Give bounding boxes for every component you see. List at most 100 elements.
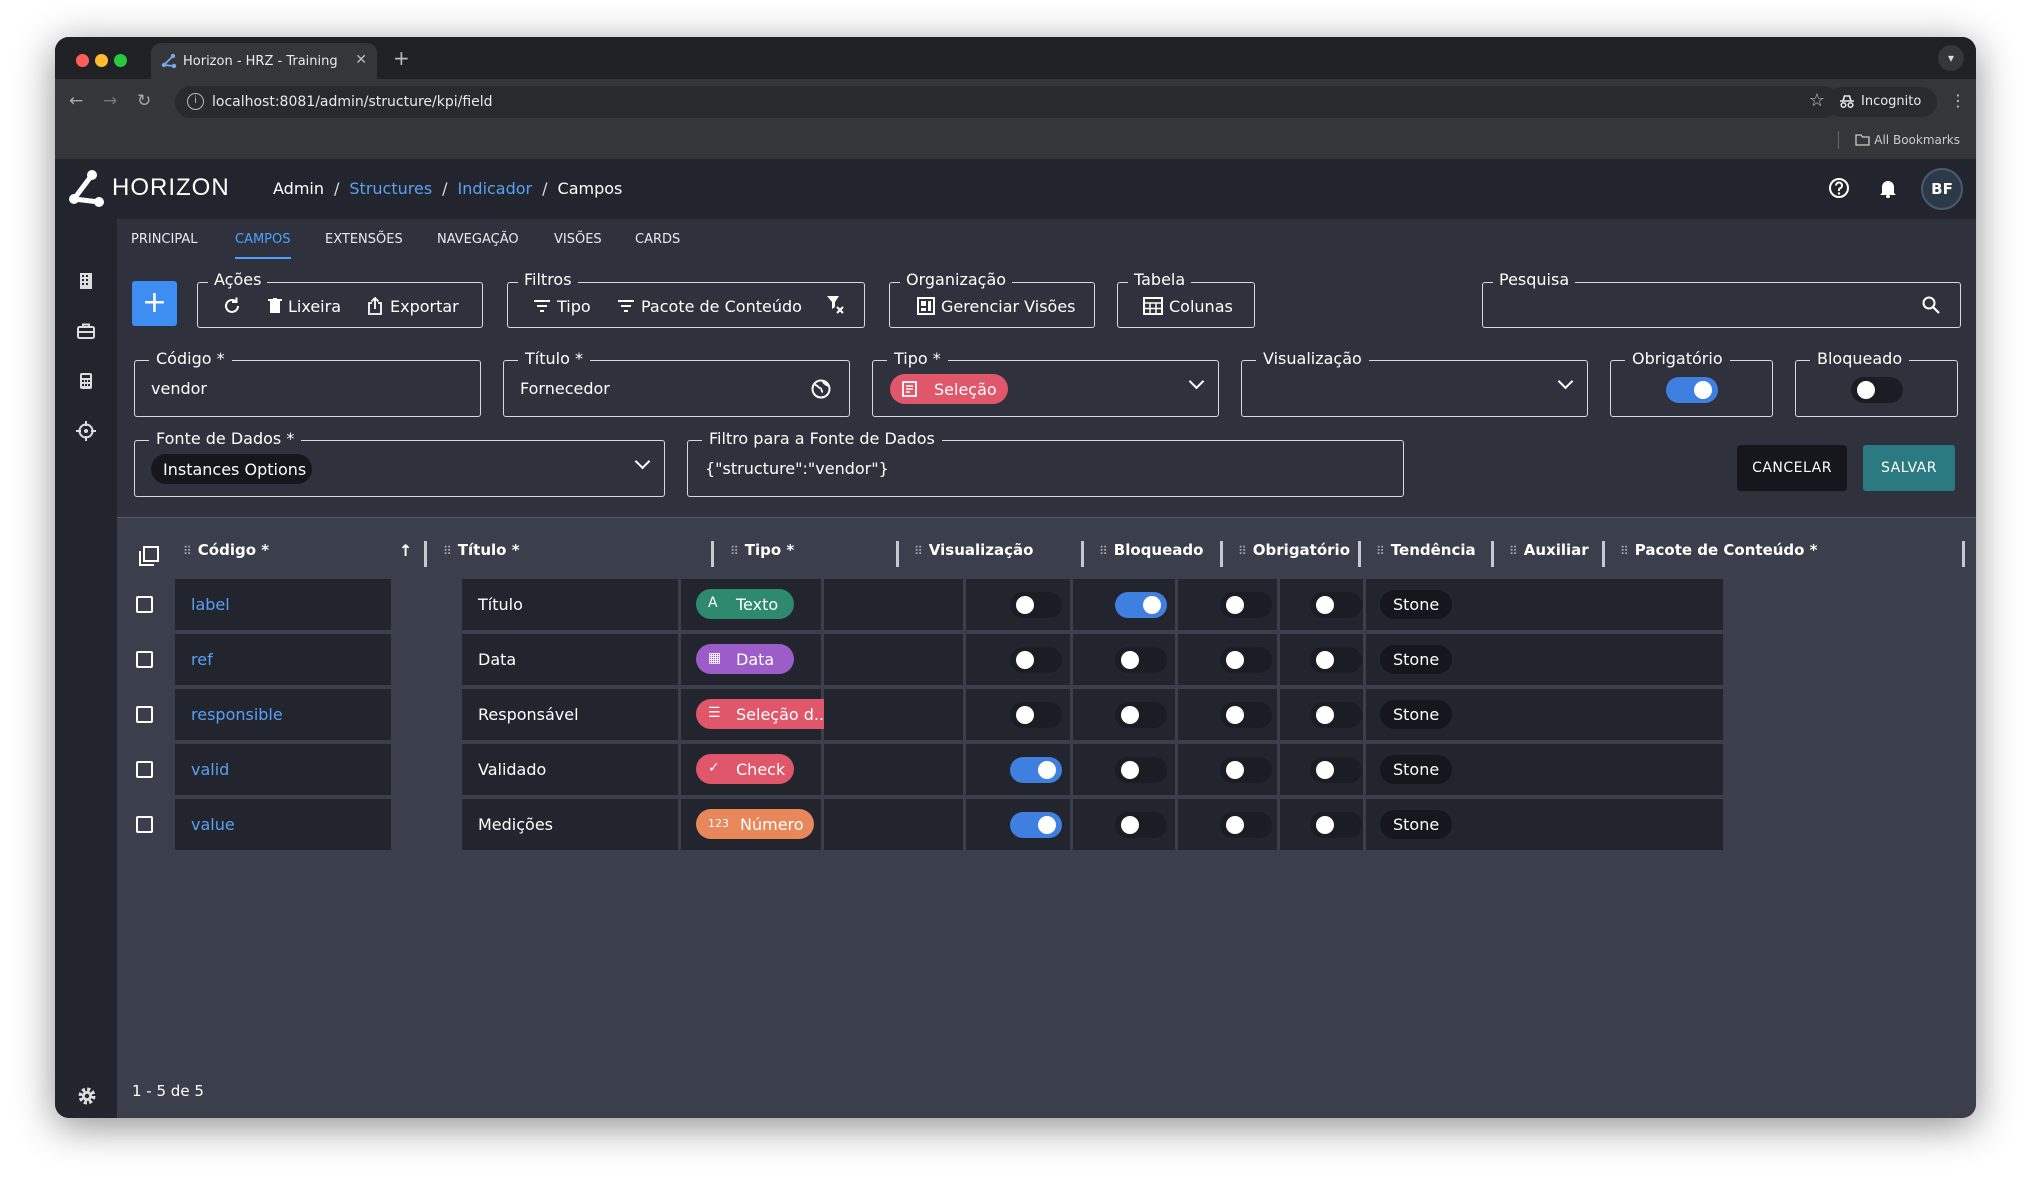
incognito-badge[interactable]: Incognito [1827, 87, 1937, 117]
codigo-field[interactable]: Código * vendor [134, 349, 481, 417]
col-header-obrigatorio[interactable]: ⠿ Obrigatório [1238, 541, 1350, 559]
tab-principal[interactable]: PRINCIPAL [131, 232, 198, 247]
row-checkbox[interactable] [136, 651, 153, 668]
bloqueado-toggle[interactable] [1010, 592, 1062, 618]
search-icon[interactable] [1922, 296, 1940, 314]
export-button[interactable]: Exportar [366, 296, 459, 316]
col-header-titulo[interactable]: ⠿ Título * [443, 541, 520, 559]
tab-search-icon[interactable]: ▾ [1938, 45, 1964, 71]
select-all-icon[interactable] [139, 546, 159, 566]
sort-ascending-icon[interactable]: ↑ [399, 541, 412, 560]
col-header-tendencia[interactable]: ⠿ Tendência [1376, 541, 1476, 559]
col-header-codigo[interactable]: ⠿ Código * [183, 541, 269, 559]
visualizacao-select[interactable]: Visualização [1241, 349, 1588, 417]
obrigatorio-toggle[interactable] [1115, 647, 1167, 673]
row-checkbox[interactable] [136, 596, 153, 613]
close-window-button[interactable] [76, 54, 89, 67]
auxiliar-toggle[interactable] [1310, 647, 1362, 673]
refresh-icon[interactable] [222, 296, 242, 316]
codigo-link[interactable]: responsible [191, 705, 283, 724]
forward-icon[interactable]: → [103, 91, 117, 111]
filter-pacote-button[interactable]: Pacote de Conteúdo [618, 297, 802, 316]
columns-button[interactable]: Colunas [1143, 297, 1233, 316]
maximize-window-button[interactable] [114, 54, 127, 67]
drag-handle-icon[interactable]: ⠿ [183, 544, 192, 558]
codigo-link[interactable]: valid [191, 760, 229, 779]
codigo-link[interactable]: value [191, 815, 235, 834]
new-tab-button[interactable]: + [393, 46, 410, 70]
horizon-logo-icon[interactable] [68, 169, 108, 209]
building-icon[interactable] [76, 271, 96, 291]
col-header-bloqueado[interactable]: ⠿ Bloqueado [1099, 541, 1203, 559]
reload-icon[interactable]: ↻ [137, 91, 151, 111]
drag-handle-icon[interactable]: ⠿ [443, 544, 452, 558]
bloqueado-toggle[interactable] [1851, 377, 1903, 403]
auxiliar-toggle[interactable] [1310, 592, 1362, 618]
minimize-window-button[interactable] [95, 54, 108, 67]
tendencia-toggle[interactable] [1220, 812, 1272, 838]
tendencia-toggle[interactable] [1220, 757, 1272, 783]
globe-icon[interactable] [811, 379, 831, 399]
row-checkbox[interactable] [136, 761, 153, 778]
bloqueado-toggle[interactable] [1010, 757, 1062, 783]
row-checkbox[interactable] [136, 816, 153, 833]
tab-navegacao[interactable]: NAVEGAÇÃO [437, 232, 519, 247]
table-row[interactable]: valueMedições123NúmeroStone⋮ [117, 799, 1967, 850]
col-header-auxiliar[interactable]: ⠿ Auxiliar [1509, 541, 1589, 559]
close-tab-icon[interactable]: ✕ [355, 52, 367, 68]
column-resize-handle[interactable] [424, 541, 427, 567]
bookmark-star-icon[interactable]: ☆ [1809, 90, 1825, 111]
obrigatorio-toggle[interactable] [1115, 757, 1167, 783]
column-resize-handle[interactable] [1358, 541, 1361, 567]
row-checkbox[interactable] [136, 706, 153, 723]
tendencia-toggle[interactable] [1220, 592, 1272, 618]
bell-icon[interactable] [1877, 177, 1899, 199]
avatar[interactable]: BF [1921, 168, 1963, 210]
settings-gear-icon[interactable] [76, 1085, 98, 1107]
drag-handle-icon[interactable]: ⠿ [1376, 544, 1385, 558]
col-header-pacote[interactable]: ⠿ Pacote de Conteúdo * [1620, 541, 1818, 559]
column-resize-handle[interactable] [896, 541, 899, 567]
obrigatorio-toggle[interactable] [1115, 592, 1167, 618]
auxiliar-toggle[interactable] [1310, 812, 1362, 838]
cancel-button[interactable]: CANCELAR [1737, 445, 1847, 491]
column-resize-handle[interactable] [1491, 541, 1494, 567]
auxiliar-toggle[interactable] [1310, 757, 1362, 783]
breadcrumb-admin[interactable]: Admin [273, 179, 324, 198]
column-resize-handle[interactable] [1220, 541, 1223, 567]
breadcrumb-structures[interactable]: Structures [349, 179, 432, 198]
browser-tab[interactable]: Horizon - HRZ - Training ✕ [151, 43, 377, 79]
codigo-link[interactable]: ref [191, 650, 213, 669]
auxiliar-toggle[interactable] [1310, 702, 1362, 728]
column-resize-handle[interactable] [711, 541, 714, 567]
drag-handle-icon[interactable]: ⠿ [1620, 544, 1629, 558]
tab-campos[interactable]: CAMPOS [235, 232, 291, 259]
tab-cards[interactable]: CARDS [635, 232, 680, 247]
breadcrumb-indicador[interactable]: Indicador [458, 179, 533, 198]
col-header-visualizacao[interactable]: ⠿ Visualização [914, 541, 1033, 559]
tab-visoes[interactable]: VISÕES [554, 232, 602, 247]
site-info-icon[interactable]: i [187, 93, 204, 110]
tab-extensoes[interactable]: EXTENSÕES [325, 232, 403, 247]
browser-menu-icon[interactable]: ⋮ [1950, 91, 1966, 110]
back-icon[interactable]: ← [69, 91, 83, 111]
drag-handle-icon[interactable]: ⠿ [1099, 544, 1108, 558]
bloqueado-toggle[interactable] [1010, 647, 1062, 673]
calculator-icon[interactable] [76, 371, 96, 391]
filtro-fonte-field[interactable]: Filtro para a Fonte de Dados {"structure… [687, 429, 1404, 497]
briefcase-icon[interactable] [76, 321, 96, 341]
add-field-button[interactable]: + [132, 281, 177, 326]
clear-filter-icon[interactable] [826, 294, 844, 316]
table-row[interactable]: labelTítuloATextoStone⋮ [117, 579, 1967, 630]
drag-handle-icon[interactable]: ⠿ [730, 544, 739, 558]
table-row[interactable]: responsible Responsável ☰ Seleção d... Stone… [117, 689, 1967, 740]
obrigatorio-toggle[interactable] [1115, 702, 1167, 728]
column-resize-handle[interactable] [1081, 541, 1084, 567]
table-row[interactable]: refData▦DataStone⋮ [117, 634, 1967, 685]
obrigatorio-toggle[interactable] [1115, 812, 1167, 838]
filter-tipo-button[interactable]: Tipo [534, 297, 591, 316]
drag-handle-icon[interactable]: ⠿ [1238, 544, 1247, 558]
all-bookmarks-button[interactable]: All Bookmarks [1855, 133, 1960, 147]
crosshair-icon[interactable] [76, 421, 96, 441]
address-bar[interactable]: i localhost:8081/admin/structure/kpi/fie… [175, 86, 1839, 118]
